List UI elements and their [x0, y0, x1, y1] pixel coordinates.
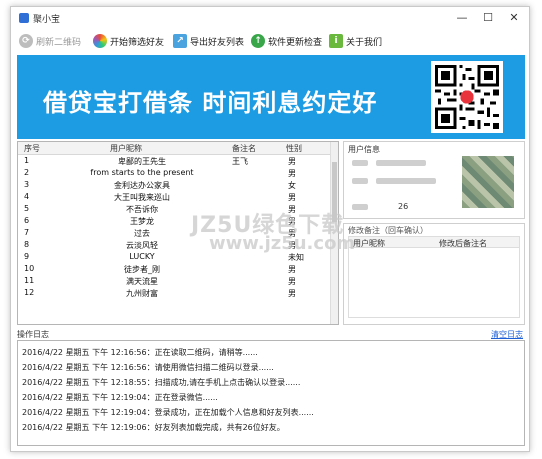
cell-remark: 王飞: [232, 157, 248, 166]
log-line: 2016/4/22 星期五 下午 12:18:55：扫描成功,请在手机上点击确认…: [22, 378, 301, 387]
cell-nickname: 卑鄙的王先生: [118, 157, 166, 166]
close-button[interactable]: ✕: [501, 10, 527, 26]
ad-banner[interactable]: 借贷宝打借条 时间利息约定好: [17, 55, 525, 139]
user-info-title: 用户信息: [348, 145, 380, 154]
check-update-label: 软件更新检查: [268, 37, 323, 48]
cell-no: 3: [24, 180, 30, 189]
start-filter-button[interactable]: 开始筛选好友: [93, 33, 164, 49]
cell-no: 5: [24, 204, 30, 213]
blurred-value: [376, 160, 426, 166]
banner-text: 借贷宝打借条 时间利息约定好: [43, 89, 378, 117]
blurred-value: [376, 178, 436, 184]
log-line: 2016/4/22 星期五 下午 12:19:04：登录成功，正在加载个人信息和…: [22, 408, 314, 417]
app-logo-icon: [19, 13, 29, 23]
clear-log-link[interactable]: 清空日志: [491, 329, 523, 340]
cell-no: 12: [24, 288, 35, 297]
cell-no: 4: [24, 192, 30, 201]
cell-no: 7: [24, 228, 30, 237]
cell-no: 8: [24, 240, 30, 249]
about-label: 关于我们: [346, 37, 383, 48]
watermark-url: www.jz5u.com: [209, 233, 356, 254]
user-avatar: [462, 156, 514, 208]
start-filter-label: 开始筛选好友: [110, 37, 165, 48]
cell-gender: 男: [288, 289, 296, 298]
remark-table-header: 用户昵称 修改后备注名: [348, 236, 520, 248]
cell-no: 6: [24, 216, 30, 225]
table-row[interactable]: 4 大王叫我来巡山 男: [18, 192, 338, 203]
log-line: 2016/4/22 星期五 下午 12:19:06：好友列表加载完成，共有26位…: [22, 423, 285, 432]
cell-gender: 男: [288, 277, 296, 286]
blurred-label: [352, 178, 368, 184]
cell-nickname: 云淡风轻: [126, 241, 158, 250]
window-title: 聚小宝: [33, 15, 61, 25]
cell-no: 11: [24, 276, 35, 285]
qr-code-image: [431, 61, 503, 133]
color-wheel-icon: [93, 34, 107, 48]
table-row[interactable]: 2 from starts to the present 男: [18, 168, 338, 179]
cell-gender: 男: [288, 169, 296, 178]
user-info-panel: 用户信息 26: [343, 141, 525, 219]
cell-no: 1: [24, 156, 30, 165]
blurred-label: [352, 160, 368, 166]
update-arrow-icon: ↑: [251, 34, 265, 48]
cell-gender: 男: [288, 157, 296, 166]
log-line: 2016/4/22 星期五 下午 12:19:04：正在登录微信......: [22, 393, 218, 402]
column-header-remark[interactable]: 备注名: [232, 143, 256, 154]
about-button[interactable]: i 关于我们: [329, 33, 382, 49]
title-bar: 聚小宝 — ☐ ✕: [11, 7, 529, 29]
log-line: 2016/4/22 星期五 下午 12:16:56：正在读取二维码，请稍等...…: [22, 348, 258, 357]
cell-no: 9: [24, 252, 30, 261]
blurred-label: [352, 204, 368, 210]
table-row[interactable]: 12 九州财富 男: [18, 288, 338, 299]
cell-nickname: 九州财富: [126, 289, 158, 298]
cell-gender: 男: [288, 193, 296, 202]
table-row[interactable]: 3 金利达办公家具 女: [18, 180, 338, 191]
cell-nickname: LUCKY: [129, 252, 155, 261]
cell-nickname: 大王叫我来巡山: [114, 193, 170, 202]
table-row[interactable]: 11 满天流星 男: [18, 276, 338, 287]
qr-code-graphic: [435, 65, 499, 129]
remark-edit-panel: 修改备注（回车确认） 用户昵称 修改后备注名: [343, 223, 525, 325]
export-list-button[interactable]: ↗ 导出好友列表: [173, 33, 244, 49]
refresh-qr-label: 刷新二维码: [36, 37, 82, 48]
cell-nickname: from starts to the present: [90, 168, 194, 177]
remark-table-body[interactable]: [348, 248, 520, 318]
cell-no: 10: [24, 264, 35, 273]
refresh-icon: ⟳: [19, 34, 33, 48]
friends-table-header: 序号 用户昵称 备注名 性别: [18, 142, 338, 155]
column-header-no[interactable]: 序号: [24, 143, 40, 154]
cell-nickname: 金利达办公家具: [114, 181, 170, 190]
cell-gender: 男: [288, 265, 296, 274]
app-window: 聚小宝 — ☐ ✕ ⟳ 刷新二维码 开始筛选好友 ↗ 导出好友列表 ↑ 软件更新…: [10, 6, 530, 452]
cell-nickname: 徒步者_刚: [124, 265, 160, 274]
log-label: 操作日志: [17, 330, 49, 339]
column-header-nickname[interactable]: 用户昵称: [110, 143, 142, 154]
cell-no: 2: [24, 168, 30, 177]
column-header-gender[interactable]: 性别: [286, 143, 302, 154]
table-row[interactable]: 10 徒步者_刚 男: [18, 264, 338, 275]
cell-gender: 女: [288, 181, 296, 190]
log-textarea[interactable]: 2016/4/22 星期五 下午 12:16:56：正在读取二维码，请稍等...…: [17, 340, 525, 446]
log-line: 2016/4/22 星期五 下午 12:16:56：请使用微信扫描二维码以登录.…: [22, 363, 274, 372]
user-age-value: 26: [398, 202, 409, 211]
maximize-button[interactable]: ☐: [475, 10, 501, 26]
export-list-label: 导出好友列表: [190, 37, 245, 48]
check-update-button[interactable]: ↑ 软件更新检查: [251, 33, 322, 49]
info-icon: i: [329, 34, 343, 48]
refresh-qr-button[interactable]: ⟳ 刷新二维码: [19, 33, 81, 49]
minimize-button[interactable]: —: [449, 10, 475, 26]
toolbar: ⟳ 刷新二维码 开始筛选好友 ↗ 导出好友列表 ↑ 软件更新检查 i 关于我们: [11, 29, 529, 53]
table-row[interactable]: 1 卑鄙的王先生 王飞 男: [18, 156, 338, 167]
cell-nickname: 满天流星: [126, 277, 158, 286]
export-icon: ↗: [173, 34, 187, 48]
remark-panel-title: 修改备注（回车确认）: [348, 226, 428, 235]
